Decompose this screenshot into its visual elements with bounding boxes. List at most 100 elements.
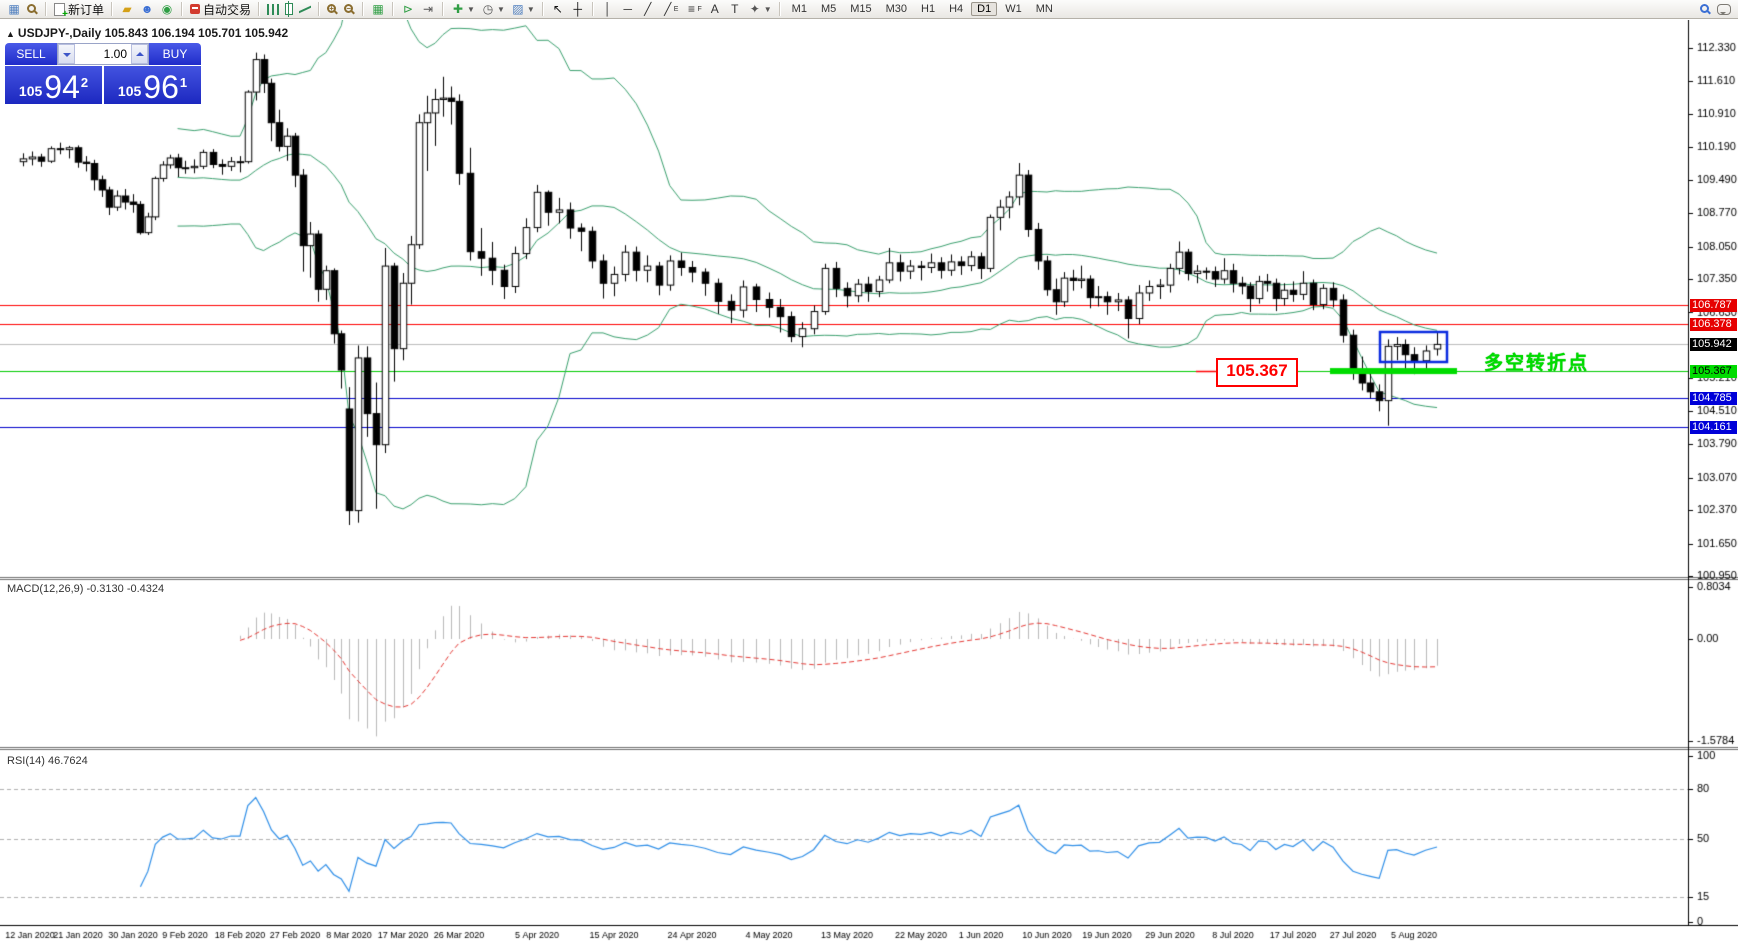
crosshair-icon[interactable]: ┼ — [568, 1, 588, 18]
fibonacci-icon[interactable]: ≡ F — [681, 1, 704, 18]
vertical-line-icon-glyph: │ — [604, 1, 612, 16]
templates-button[interactable]: ▨ ▼ — [508, 1, 538, 18]
auto-trading-button-glyph — [190, 4, 201, 14]
chart-canvas[interactable] — [0, 20, 1738, 946]
timeframe-m30-button[interactable]: M30 — [880, 2, 913, 16]
timeframe-h4-button[interactable]: H4 — [943, 2, 969, 16]
chart-title-text: USDJPY-,Daily 105.843 106.194 105.701 10… — [17, 26, 289, 40]
candlestick-chart-icon-glyph — [285, 1, 294, 17]
price-badge-resistance-1: 106.787 — [1690, 298, 1737, 312]
price-level-label[interactable]: 105.367 — [1216, 358, 1298, 387]
sell-price-big: 94 — [44, 69, 80, 105]
charts-window-icon[interactable]: ▦ — [4, 1, 24, 18]
crosshair-icon-glyph: ┼ — [573, 1, 583, 16]
timeframe-m15-button[interactable]: M15 — [844, 2, 877, 16]
tile-windows-icon-glyph: ▦ — [372, 1, 384, 16]
sell-price-prefix: 105 — [18, 83, 43, 99]
vertical-line-icon[interactable]: │ — [598, 1, 618, 18]
bar-chart-icon-glyph — [267, 3, 280, 15]
shapes-arrows-icon[interactable]: ✦ ▼ — [745, 1, 775, 18]
horizontal-line-icon[interactable]: ─ — [618, 1, 638, 18]
periods-button-glyph: ◷ — [482, 1, 494, 16]
line-chart-icon-glyph — [299, 4, 311, 14]
chart-shift-icon[interactable]: ⇥ — [418, 1, 438, 18]
deposit-gold-icon-glyph: ▰ — [122, 1, 132, 16]
tile-windows-icon[interactable]: ▦ — [368, 1, 388, 18]
timeframe-h1-button[interactable]: H1 — [915, 2, 941, 16]
periods-button-caret: ▼ — [496, 4, 505, 14]
signals-icon-glyph: ◉ — [161, 1, 173, 16]
one-click-trading-panel: SELL BUY 105942 105961 — [5, 43, 201, 104]
chart-shift-icon-glyph: ⇥ — [423, 1, 434, 16]
new-order-button[interactable]: 新订单 — [51, 1, 107, 19]
zoom-out-icon[interactable]: − — [341, 1, 358, 18]
line-chart-icon[interactable] — [296, 1, 314, 18]
toolbar-separator — [541, 2, 544, 16]
buy-price-tile[interactable]: 105 96 1 — [104, 66, 201, 104]
candlestick-chart-icon[interactable] — [282, 1, 296, 18]
toolbar-separator — [591, 2, 594, 16]
toolbar: ▦新订单▰☻◉自动交易+−▦⊳⇥✚▼◷▼▨▼↖┼│─╱╱E≡FAT✦▼M1M5M… — [0, 0, 1738, 19]
search-icon-glyph — [1700, 3, 1709, 13]
volume-up-button[interactable] — [131, 44, 148, 64]
buy-button[interactable]: BUY — [149, 43, 201, 65]
fibonacci-icon-glyph: ≡ — [687, 1, 695, 16]
chart-title: ▲ USDJPY-,Daily 105.843 106.194 105.701 1… — [6, 26, 288, 40]
bar-chart-icon[interactable] — [264, 1, 282, 18]
toolbar-separator — [258, 2, 261, 16]
cursor-icon-glyph: ↖ — [552, 1, 563, 16]
equidistant-channel-icon-sub: E — [673, 5, 679, 13]
price-badge-support-1: 104.785 — [1690, 391, 1737, 405]
toolbar-separator — [181, 2, 184, 16]
text-icon[interactable]: A — [705, 1, 725, 18]
buy-price-big: 96 — [143, 69, 179, 105]
rsi-indicator-label: RSI(14) 46.7624 — [7, 755, 88, 767]
toolbar-separator — [392, 2, 395, 16]
cursor-icon[interactable]: ↖ — [548, 1, 568, 18]
text-label-icon-glyph: T — [731, 1, 739, 16]
price-badge-resistance-2: 106.378 — [1690, 317, 1737, 331]
sell-price-tile[interactable]: 105 94 2 — [5, 66, 102, 104]
market-watch-icon[interactable] — [24, 1, 41, 18]
shapes-arrows-icon-caret: ▼ — [763, 4, 772, 14]
new-order-button-label: 新订单 — [68, 2, 105, 17]
sell-button[interactable]: SELL — [5, 43, 57, 65]
timeframe-d1-button[interactable]: D1 — [971, 2, 998, 16]
shapes-arrows-icon-glyph: ✦ — [749, 1, 760, 16]
volume-input[interactable] — [75, 44, 131, 64]
market-watch-icon-glyph — [27, 3, 36, 13]
auto-scroll-icon[interactable]: ⊳ — [398, 1, 418, 18]
equidistant-channel-icon[interactable]: ╱ E — [658, 1, 682, 18]
search-icon[interactable] — [1697, 1, 1714, 18]
pivot-annotation-text[interactable]: 多空转折点 — [1484, 348, 1589, 375]
toolbar-separator — [318, 2, 321, 16]
indicators-button-caret: ▼ — [467, 4, 475, 14]
auto-trading-button-label: 自动交易 — [203, 2, 252, 17]
volume-down-button[interactable] — [58, 44, 75, 64]
toolbar-separator — [778, 2, 781, 16]
deposit-gold-icon[interactable]: ▰ — [117, 1, 137, 18]
signals-icon[interactable]: ◉ — [157, 1, 177, 18]
equidistant-channel-icon-glyph: ╱ — [664, 1, 672, 16]
timeframe-m1-button[interactable]: M1 — [786, 2, 813, 16]
community-icon[interactable]: ☻ — [137, 1, 157, 18]
charts-window-icon-glyph: ▦ — [8, 1, 20, 16]
collapse-icon[interactable]: ▲ — [6, 29, 15, 39]
macd-indicator-label: MACD(12,26,9) -0.3130 -0.4324 — [7, 583, 165, 595]
text-label-icon[interactable]: T — [725, 1, 745, 18]
toolbar-separator — [111, 2, 114, 16]
buy-price-prefix: 105 — [117, 83, 142, 99]
periods-button[interactable]: ◷ ▼ — [478, 1, 508, 18]
templates-button-glyph: ▨ — [512, 1, 524, 16]
timeframe-m5-button[interactable]: M5 — [815, 2, 842, 16]
trendline-icon[interactable]: ╱ — [638, 1, 658, 18]
timeframe-mn-button[interactable]: MN — [1030, 2, 1059, 16]
trendline-icon-glyph: ╱ — [644, 1, 652, 16]
new-order-button-glyph — [54, 2, 68, 19]
chat-icon[interactable] — [1714, 1, 1734, 18]
timeframe-w1-button[interactable]: W1 — [999, 2, 1028, 16]
indicators-button[interactable]: ✚ ▼ — [448, 1, 478, 18]
indicators-button-glyph: ✚ — [453, 1, 464, 16]
auto-trading-button[interactable]: 自动交易 — [187, 1, 254, 18]
zoom-in-icon[interactable]: + — [324, 1, 341, 18]
